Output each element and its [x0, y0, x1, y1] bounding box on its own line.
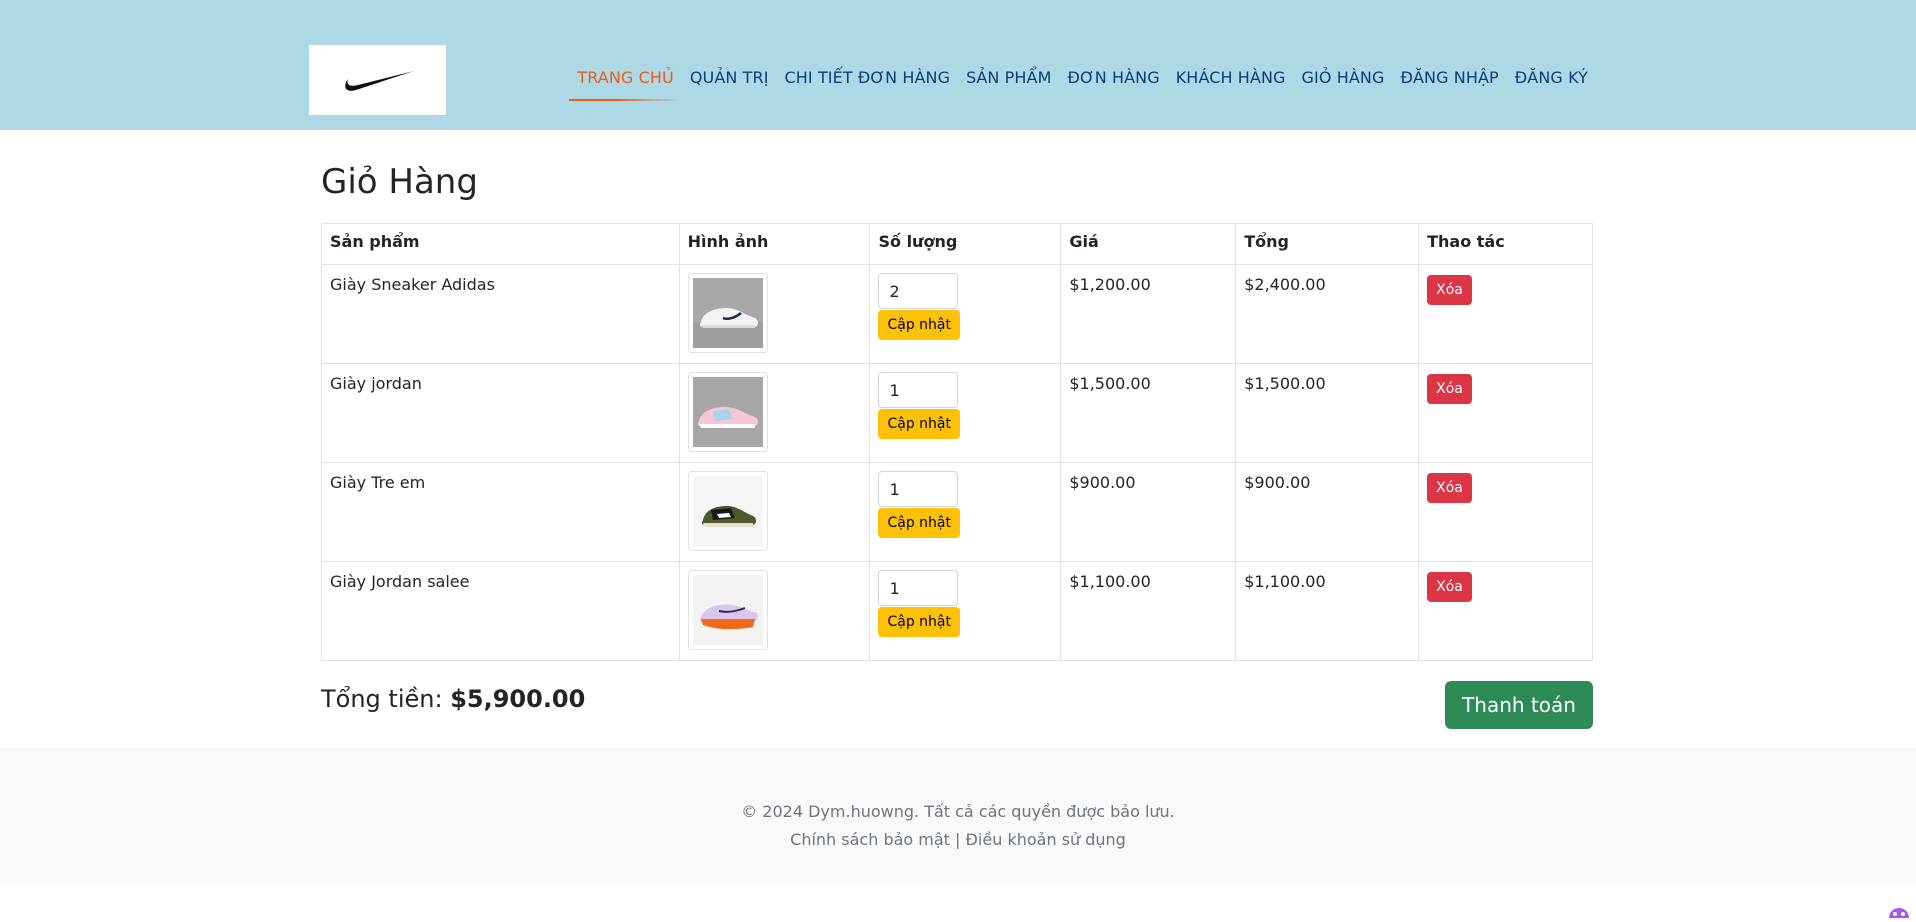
- unit-price: $1,200.00: [1060, 264, 1237, 364]
- footer-separator: |: [955, 830, 961, 849]
- table-row: Giày Tre em Cập nhật: [321, 462, 1593, 562]
- nav-home[interactable]: TRANG CHỦ: [569, 66, 683, 101]
- total-label: Tổng tiền:: [321, 685, 443, 713]
- col-product: Sản phẩm: [321, 223, 680, 265]
- table-row: Giày Sneaker Adidas Cập nhật: [321, 264, 1593, 364]
- site-header: TRANG CHỦ QUẢN TRỊ CHI TIẾT ĐƠN HÀNG SẢN…: [0, 0, 1916, 130]
- nav-admin[interactable]: QUẢN TRỊ: [682, 66, 777, 89]
- cart-main: Giỏ Hàng Sản phẩm Hình ảnh Số lượng Giá …: [321, 130, 1593, 755]
- nav-register[interactable]: ĐĂNG KÝ: [1507, 66, 1596, 89]
- table-row: Giày Jordan salee Cập nhật: [321, 561, 1593, 661]
- cart-table: Sản phẩm Hình ảnh Số lượng Giá Tổng Thao…: [321, 223, 1593, 661]
- product-image[interactable]: [687, 372, 768, 452]
- quantity-input[interactable]: [878, 273, 959, 309]
- col-price: Giá: [1060, 223, 1237, 265]
- col-image: Hình ảnh: [678, 223, 871, 265]
- update-button[interactable]: Cập nhật: [878, 409, 960, 439]
- update-button[interactable]: Cập nhật: [878, 508, 960, 538]
- nav-customers[interactable]: KHÁCH HÀNG: [1168, 66, 1294, 89]
- nav-products[interactable]: SẢN PHẨM: [958, 66, 1059, 89]
- product-image[interactable]: [687, 570, 768, 650]
- copyright-text: © 2024 Dym.huowng. Tất cả các quyền được…: [741, 802, 1175, 821]
- white-sneaker-navy-swoosh-image: [692, 278, 763, 348]
- floating-widget-icon[interactable]: [1888, 904, 1910, 918]
- terms-link[interactable]: Điều khoản sử dụng: [966, 830, 1126, 849]
- table-row: Giày jordan Cập nhật $1,500: [321, 363, 1593, 463]
- orange-purple-running-shoe-image: [692, 575, 763, 645]
- delete-button[interactable]: Xóa: [1427, 374, 1472, 404]
- delete-button[interactable]: Xóa: [1427, 473, 1472, 503]
- table-header-row: Sản phẩm Hình ảnh Số lượng Giá Tổng Thao…: [321, 223, 1593, 265]
- total-value: $5,900.00: [450, 685, 586, 713]
- product-name: Giày Tre em: [321, 462, 680, 562]
- nav-orders[interactable]: ĐƠN HÀNG: [1060, 66, 1168, 89]
- update-button[interactable]: Cập nhật: [878, 607, 960, 637]
- olive-black-jordan-low-image: [692, 476, 763, 546]
- unit-price: $1,100.00: [1060, 561, 1237, 661]
- nike-swoosh-icon: [344, 71, 414, 91]
- col-total: Tổng: [1235, 223, 1420, 265]
- unit-price: $1,500.00: [1060, 363, 1237, 463]
- cart-summary: Tổng tiền: $5,900.00 Thanh toán: [321, 681, 1593, 755]
- site-footer: © 2024 Dym.huowng. Tất cả các quyền được…: [0, 748, 1916, 886]
- nav-login[interactable]: ĐĂNG NHẬP: [1393, 66, 1507, 89]
- quantity-input[interactable]: [878, 471, 959, 507]
- product-name: Giày Sneaker Adidas: [321, 264, 680, 364]
- product-image[interactable]: [687, 273, 768, 353]
- product-name: Giày Jordan salee: [321, 561, 680, 661]
- footer-links: Chính sách bảo mật | Điều khoản sử dụng: [0, 826, 1916, 854]
- delete-button[interactable]: Xóa: [1427, 275, 1472, 305]
- unit-price: $900.00: [1060, 462, 1237, 562]
- line-total: $1,500.00: [1235, 363, 1420, 463]
- line-total: $900.00: [1235, 462, 1420, 562]
- product-image[interactable]: [687, 471, 768, 551]
- page-title: Giỏ Hàng: [321, 162, 478, 202]
- checkout-button[interactable]: Thanh toán: [1445, 681, 1593, 729]
- col-quantity: Số lượng: [869, 223, 1062, 265]
- col-actions: Thao tác: [1418, 223, 1593, 265]
- nav-order-details[interactable]: CHI TIẾT ĐƠN HÀNG: [777, 66, 959, 89]
- brand-logo[interactable]: [309, 45, 446, 115]
- line-total: $2,400.00: [1235, 264, 1420, 364]
- quantity-input[interactable]: [878, 372, 959, 408]
- pink-blue-jordan-sneaker-image: [692, 377, 763, 447]
- line-total: $1,100.00: [1235, 561, 1420, 661]
- delete-button[interactable]: Xóa: [1427, 572, 1472, 602]
- privacy-link[interactable]: Chính sách bảo mật: [790, 830, 950, 849]
- nav-cart[interactable]: GIỎ HÀNG: [1294, 66, 1393, 89]
- cart-total: Tổng tiền: $5,900.00: [321, 685, 585, 713]
- quantity-input[interactable]: [878, 570, 959, 606]
- main-nav: TRANG CHỦ QUẢN TRỊ CHI TIẾT ĐƠN HÀNG SẢN…: [569, 66, 1596, 101]
- update-button[interactable]: Cập nhật: [878, 310, 960, 340]
- product-name: Giày jordan: [321, 363, 680, 463]
